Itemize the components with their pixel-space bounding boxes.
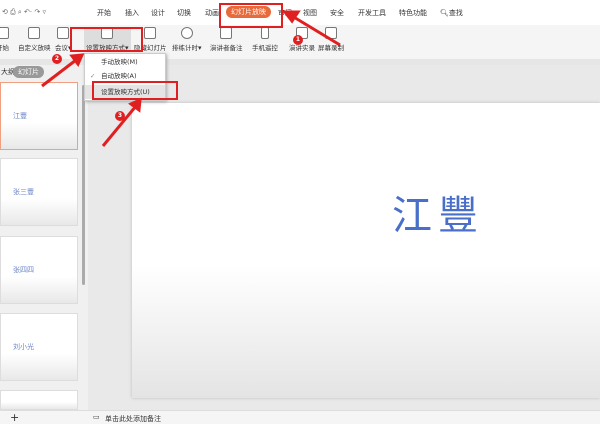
step-badge-2: 2: [52, 54, 62, 64]
step-badge-1: 1: [293, 35, 303, 45]
step-badge-3: 3: [115, 111, 125, 121]
arrow-2: [41, 58, 77, 88]
annotation-arrows: [41, 10, 341, 147]
